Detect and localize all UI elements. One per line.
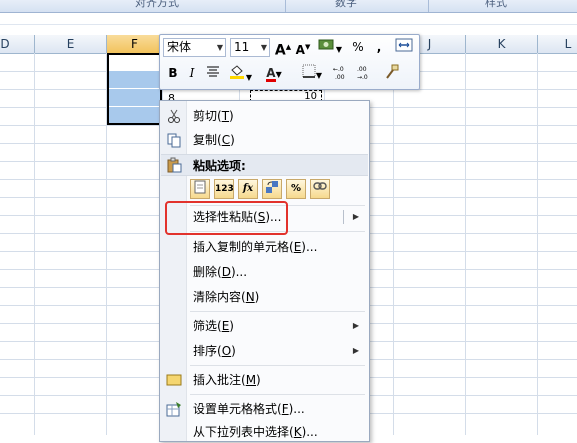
merge-icon (395, 38, 413, 52)
menu-item-label: 剪切(T) (193, 109, 234, 123)
menu-item-label: 排序(O) (193, 344, 236, 358)
ribbon-separator (285, 0, 286, 12)
svg-text:.00: .00 (357, 66, 367, 73)
copy-icon (167, 133, 181, 148)
selected-range[interactable] (107, 53, 162, 125)
ribbon-bottom-strip: 对齐方式 数字 样式 (0, 0, 577, 13)
chevron-right-icon: ▶ (352, 321, 359, 330)
paste-formulas-icon[interactable]: fx (238, 179, 258, 199)
scissors-icon (168, 109, 180, 123)
bold-button[interactable]: B (164, 64, 182, 82)
highlight-annotation (165, 201, 288, 235)
menu-item-label: 插入复制的单元格(E)... (193, 240, 318, 254)
percent-style-button[interactable]: % (350, 38, 366, 56)
font-color-button[interactable]: A▼ (260, 64, 288, 82)
menu-item-insert-comment[interactable]: 插入批注(M) (160, 369, 369, 391)
decrease-decimal-button[interactable]: .00 →.0 (356, 64, 378, 82)
menu-separator (190, 365, 365, 366)
paste-options-label: 粘贴选项: (193, 159, 246, 173)
shrink-font-icon: A (295, 43, 305, 57)
ribbon-group-alignment[interactable]: 对齐方式 (135, 0, 179, 10)
menu-item-label: 删除(D)... (193, 265, 248, 279)
selection-fill (109, 89, 160, 106)
clipboard-icon (167, 157, 182, 173)
increase-decimal-icon: ←.0.00 (333, 66, 345, 81)
decrease-decimal-icon: .00→.0 (357, 66, 368, 81)
menu-item-sort[interactable]: 排序(O) ▶ (160, 340, 369, 362)
menu-item-format-cells[interactable]: 设置单元格格式(F)... (160, 398, 369, 420)
column-header-f[interactable]: F (107, 35, 163, 53)
menu-item-cut[interactable]: 剪切(T) (160, 105, 369, 127)
menu-item-label: 插入批注(M) (193, 373, 261, 387)
accounting-format-button[interactable]: ▼ (316, 38, 344, 56)
comma-style-button[interactable]: , (371, 38, 387, 56)
mini-toolbar: 宋体 ▼ 11 ▼ A▲ A▼ ▼ % , B I ▼ A▼ ▼ ←.0.00 … (159, 34, 420, 90)
font-size-value: 11 (234, 40, 250, 54)
paste-formatting-icon[interactable]: % (286, 179, 306, 199)
grow-font-icon: A (274, 42, 286, 59)
menu-item-label: 从下拉列表中选择(K)... (193, 425, 318, 439)
formula-bar-divider (0, 24, 577, 25)
font-color-icon: A (266, 66, 276, 82)
menu-item-label: 复制(C) (193, 133, 235, 147)
font-name-value: 宋体 (167, 40, 192, 54)
italic-button[interactable]: I (184, 64, 200, 82)
paste-link-icon[interactable] (310, 179, 330, 199)
menu-item-label: 清除内容(N) (193, 290, 260, 304)
format-cells-icon (166, 402, 181, 417)
merge-center-button[interactable] (394, 38, 414, 56)
transpose-icon (266, 181, 278, 193)
comment-icon (166, 374, 182, 386)
paste-transpose-icon[interactable] (262, 179, 282, 199)
svg-text:→.0: →.0 (357, 74, 368, 80)
chevron-right-icon: ▶ (352, 346, 359, 355)
ribbon-separator (428, 0, 429, 12)
menu-item-filter[interactable]: 筛选(E) ▶ (160, 315, 369, 337)
align-center-icon (207, 66, 219, 77)
menu-item-clear-contents[interactable]: 清除内容(N) (160, 286, 369, 308)
chevron-right-icon[interactable]: ▶ (353, 206, 359, 228)
menu-separator (190, 394, 365, 395)
chevron-down-icon[interactable]: ▼ (217, 39, 223, 56)
column-header-d[interactable]: D (0, 35, 35, 53)
link-icon (313, 182, 327, 190)
selection-fill (109, 71, 160, 88)
paste-icon[interactable] (190, 179, 210, 199)
font-name-combo[interactable]: 宋体 ▼ (163, 38, 226, 57)
ribbon-group-number[interactable]: 数字 (335, 0, 357, 10)
menu-item-label: 设置单元格格式(F)... (193, 402, 305, 416)
submenu-split (343, 210, 344, 224)
menu-separator (190, 311, 365, 312)
column-header-k[interactable]: K (466, 35, 538, 53)
paste-options-header: 粘贴选项: (161, 154, 368, 176)
chevron-down-icon[interactable]: ▼ (261, 39, 267, 56)
paste-document-icon (194, 180, 206, 194)
context-menu: 剪切(T) 复制(C) 粘贴选项: 123 fx % 选择性粘贴(S)... ▶… (159, 100, 370, 442)
paint-bucket-icon (229, 65, 244, 79)
accounting-icon (318, 39, 334, 50)
formula-bar-area (0, 13, 577, 36)
borders-button[interactable]: ▼ (298, 64, 326, 82)
menu-item-copy[interactable]: 复制(C) (160, 129, 369, 151)
fill-color-button[interactable]: ▼ (226, 64, 254, 82)
svg-text:.00: .00 (335, 74, 345, 80)
svg-text:←.0: ←.0 (333, 66, 344, 73)
menu-item-insert-copied-cells[interactable]: 插入复制的单元格(E)... (160, 236, 369, 258)
format-painter-button[interactable] (382, 64, 402, 82)
borders-icon (302, 64, 316, 78)
format-painter-icon (386, 64, 399, 79)
font-size-combo[interactable]: 11 ▼ (230, 38, 270, 57)
menu-item-delete[interactable]: 删除(D)... (160, 261, 369, 283)
paste-values-icon[interactable]: 123 (214, 179, 234, 199)
ribbon-group-styles[interactable]: 样式 (485, 0, 507, 10)
menu-item-label: 筛选(E) (193, 319, 234, 333)
align-center-button[interactable] (204, 64, 222, 82)
menu-item-pick-from-list[interactable]: 从下拉列表中选择(K)... (160, 421, 369, 443)
column-header-l[interactable]: L (538, 35, 577, 53)
shrink-font-button[interactable]: A▼ (294, 38, 312, 57)
grow-font-button[interactable]: A▲ (274, 38, 292, 59)
increase-decimal-button[interactable]: ←.0.00 (332, 64, 354, 82)
column-header-e[interactable]: E (35, 35, 107, 53)
selection-fill (109, 107, 160, 123)
